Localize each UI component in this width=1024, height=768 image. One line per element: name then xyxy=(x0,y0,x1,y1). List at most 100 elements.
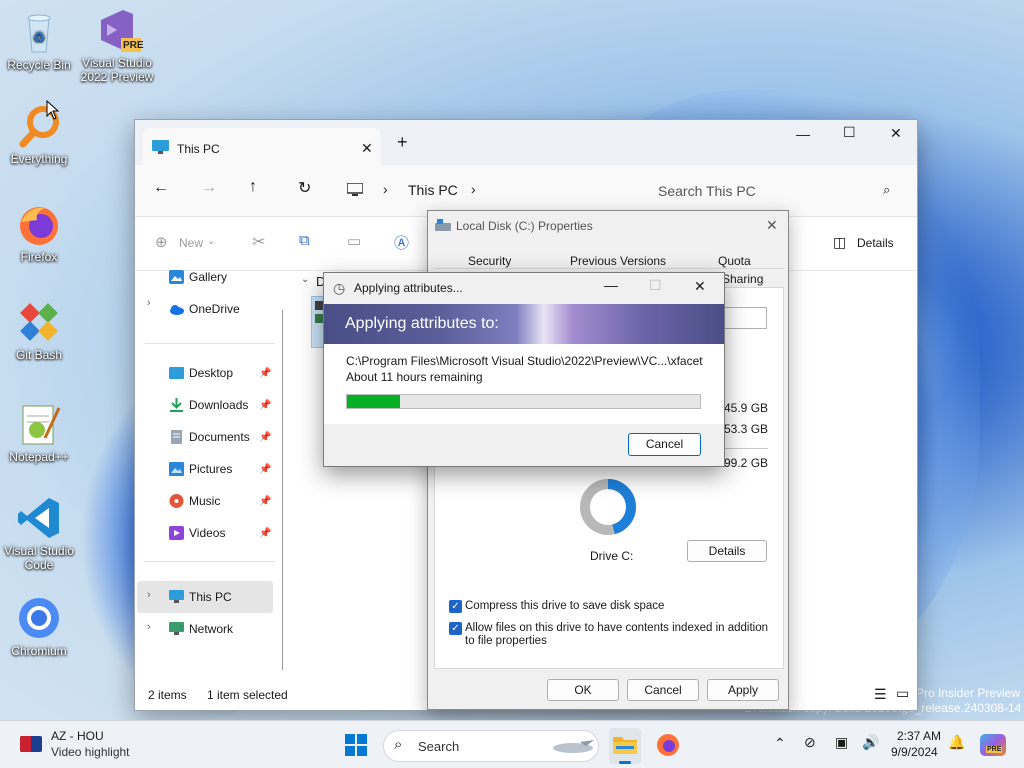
ok-button[interactable]: OK xyxy=(547,679,619,701)
news-team-icon[interactable] xyxy=(20,736,42,752)
tab-previous-versions[interactable]: Previous Versions xyxy=(570,254,666,268)
document-icon xyxy=(171,430,182,444)
nav-label: Desktop xyxy=(189,366,234,380)
new-plus-icon[interactable]: ⊕ xyxy=(155,233,168,251)
tiles-view-icon[interactable]: ▭ xyxy=(896,685,909,702)
details-pane-icon[interactable]: ◫ xyxy=(833,234,846,251)
copy-icon[interactable]: ⧉ xyxy=(299,232,310,249)
nav-label: Documents xyxy=(189,430,250,444)
expand-chevron-icon[interactable]: › xyxy=(147,297,151,309)
nav-item-gallery[interactable]: Gallery xyxy=(169,265,227,289)
start-windows-icon[interactable] xyxy=(345,734,367,756)
tab-sharing[interactable]: Sharing xyxy=(722,272,763,286)
nav-item-this-pc[interactable]: This PC xyxy=(169,585,232,609)
copilot-icon[interactable]: PRE xyxy=(980,734,1006,756)
nav-item-pictures[interactable]: Pictures xyxy=(169,457,232,481)
network-icon xyxy=(169,622,184,635)
new-button-label[interactable]: New xyxy=(179,236,203,250)
maximize-icon[interactable]: ☐ xyxy=(843,124,856,141)
desktop-icon-git-bash[interactable]: Git Bash xyxy=(1,298,77,362)
details-button[interactable]: Details xyxy=(687,540,767,562)
network-status-icon[interactable]: ⊘ xyxy=(804,734,816,751)
nav-label: Music xyxy=(189,494,221,508)
pin-icon[interactable]: 📌 xyxy=(259,464,271,475)
breadcrumb-chevron-icon[interactable]: › xyxy=(471,181,476,197)
expand-chevron-icon[interactable]: › xyxy=(147,621,151,633)
cut-icon[interactable]: ✂ xyxy=(252,232,265,252)
desktop-icon-visual-studio[interactable]: PRE Visual Studio 2022 Preview xyxy=(79,6,155,84)
pin-icon[interactable]: 📌 xyxy=(259,528,271,539)
nav-item-network[interactable]: Network xyxy=(169,617,233,641)
news-subtitle[interactable]: Video highlight xyxy=(51,745,130,759)
minimize-icon[interactable]: — xyxy=(796,126,810,142)
visual-studio-icon: PRE xyxy=(93,6,144,54)
taskbar-search[interactable]: ⌕ Search xyxy=(383,730,599,762)
close-icon[interactable]: ✕ xyxy=(694,278,706,295)
pin-icon[interactable]: 📌 xyxy=(259,368,271,379)
news-title[interactable]: AZ - HOU xyxy=(51,729,104,743)
nav-item-documents[interactable]: Documents xyxy=(169,425,250,449)
tab-close-icon[interactable]: ✕ xyxy=(361,140,373,157)
close-window-icon[interactable]: ✕ xyxy=(890,125,902,142)
nav-item-onedrive[interactable]: OneDrive xyxy=(169,297,240,321)
collapse-chevron-icon[interactable]: ⌄ xyxy=(301,274,309,285)
forward-icon[interactable]: → xyxy=(201,179,217,197)
tab-this-pc[interactable]: This PC ✕ xyxy=(143,128,381,165)
tab-security[interactable]: Security xyxy=(468,254,511,268)
new-tab-button[interactable]: + xyxy=(397,132,408,153)
clock-time[interactable]: 2:37 AM xyxy=(897,729,941,743)
minimize-icon[interactable]: — xyxy=(604,277,618,293)
apply-button[interactable]: Apply xyxy=(707,679,779,701)
desktop-icon-vscode[interactable]: Visual Studio Code xyxy=(1,494,77,572)
properties-close-icon[interactable]: ✕ xyxy=(766,217,778,234)
paste-icon[interactable]: ▭ xyxy=(347,232,361,250)
pin-icon[interactable]: 📌 xyxy=(259,400,271,411)
show-hidden-icons-chevron-icon[interactable]: ⌃ xyxy=(774,735,786,752)
nav-item-music[interactable]: Music xyxy=(169,489,220,513)
up-icon[interactable]: ↑ xyxy=(249,178,257,196)
nav-item-downloads[interactable]: Downloads xyxy=(169,393,248,417)
index-label: Allow files on this drive to have conten… xyxy=(465,622,769,647)
pin-icon[interactable]: 📌 xyxy=(259,432,271,443)
nav-label: Downloads xyxy=(189,398,249,412)
pin-icon[interactable]: 📌 xyxy=(259,496,271,507)
volume-icon[interactable]: 🔊 xyxy=(862,734,879,751)
desktop-icon-firefox[interactable]: Firefox xyxy=(1,200,77,264)
notepadpp-icon xyxy=(15,400,63,448)
properties-title: Local Disk (C:) Properties xyxy=(456,219,593,233)
nav-label: Gallery xyxy=(189,270,228,284)
rename-icon[interactable]: Ⓐ xyxy=(394,232,409,253)
desktop-icon-chromium[interactable]: Chromium xyxy=(1,594,77,658)
details-view-icon[interactable]: ☰ xyxy=(874,686,887,703)
cancel-button[interactable]: Cancel xyxy=(628,433,701,456)
desktop-icon-label: Visual Studio Code xyxy=(4,544,74,572)
search-box[interactable]: Search This PC ⌕ xyxy=(645,173,907,209)
status-item-count: 2 items xyxy=(148,688,187,702)
address-this-pc[interactable]: This PC xyxy=(408,182,458,198)
taskbar-file-explorer[interactable] xyxy=(609,728,641,764)
nav-scrollbar[interactable] xyxy=(282,310,283,670)
drive-icon xyxy=(435,219,451,231)
search-icon: ⌕ xyxy=(883,182,891,197)
compress-checkbox[interactable]: ✓ xyxy=(449,600,462,613)
cancel-button[interactable]: Cancel xyxy=(627,679,699,701)
details-button[interactable]: Details xyxy=(857,236,894,250)
desktop-icon-recycle-bin[interactable]: ♻ Recycle Bin xyxy=(1,8,77,72)
expand-chevron-icon[interactable]: › xyxy=(147,589,151,601)
refresh-icon[interactable]: ↻ xyxy=(298,178,311,198)
back-icon[interactable]: ← xyxy=(153,179,169,197)
nav-item-desktop[interactable]: Desktop xyxy=(169,361,233,385)
desktop-icon-notepadpp[interactable]: Notepad++ xyxy=(1,400,77,464)
tab-quota[interactable]: Quota xyxy=(718,254,751,268)
index-checkbox[interactable]: ✓ xyxy=(449,622,462,635)
notification-bell-icon[interactable]: 🔔 xyxy=(948,734,965,751)
nav-item-videos[interactable]: Videos xyxy=(169,521,225,545)
desktop-icon-everything[interactable]: Everything xyxy=(1,102,77,166)
maximize-icon: ☐ xyxy=(649,277,662,293)
music-icon xyxy=(169,494,184,508)
taskbar-firefox-icon[interactable] xyxy=(656,733,680,757)
nav-label: Network xyxy=(189,622,234,636)
clock-date[interactable]: 9/9/2024 xyxy=(891,745,938,759)
drive-label-input[interactable] xyxy=(722,307,767,329)
display-icon[interactable]: ▣ xyxy=(835,734,848,751)
